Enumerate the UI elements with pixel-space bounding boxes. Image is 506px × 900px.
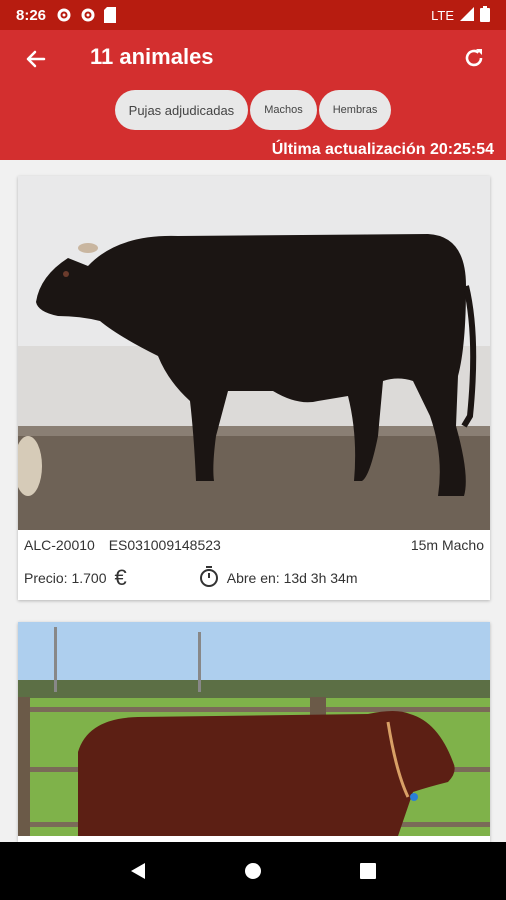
app-bar: 11 animales Pujas adjudicadas Machos Hem…	[0, 30, 506, 160]
network-type: LTE	[431, 7, 454, 23]
animal-registry: ES031009148523	[108, 537, 221, 553]
filter-chip-pujas-adjudicadas[interactable]: Pujas adjudicadas	[114, 90, 249, 130]
animal-photo-2	[18, 622, 490, 836]
animal-id-row: ALC-20010 ES031009148523 15m Macho	[18, 530, 490, 560]
page-title: 11 animales	[90, 44, 214, 69]
opens-in-text: Abre en: 13d 3h 34m	[226, 570, 358, 586]
stopwatch-icon	[199, 565, 219, 591]
euro-icon: €	[114, 565, 127, 590]
back-arrow-icon[interactable]	[20, 44, 50, 74]
animal-price: Precio: 1.700	[24, 570, 107, 586]
refresh-icon[interactable]	[458, 42, 490, 74]
animal-card[interactable]: ALC-20010 ES031009148523 15m Macho Preci…	[18, 176, 490, 600]
home-nav-icon[interactable]	[233, 851, 273, 891]
animal-card-2[interactable]	[18, 622, 490, 842]
settings-icon	[56, 7, 72, 23]
status-bar: 8:26 LTE	[0, 0, 506, 30]
back-nav-icon[interactable]	[118, 851, 158, 891]
settings-icon-2	[80, 7, 96, 23]
animal-age-sex: 15m Macho	[410, 537, 484, 553]
filter-chip-machos[interactable]: Machos	[250, 90, 317, 130]
sd-card-icon	[104, 7, 117, 23]
last-update-text: Última actualización 20:25:54	[271, 141, 494, 158]
system-nav-bar	[0, 842, 506, 900]
signal-icon	[460, 6, 474, 24]
animal-photo	[18, 176, 490, 530]
status-time: 8:26	[16, 6, 47, 24]
filter-chip-hembras[interactable]: Hembras	[318, 90, 392, 130]
recents-nav-icon[interactable]	[348, 851, 388, 891]
battery-icon	[480, 5, 490, 25]
animal-price-row: Precio: 1.700 € Abre en: 13d 3h 34m	[18, 560, 490, 596]
animal-code: ALC-20010	[24, 537, 95, 553]
filter-chips: Pujas adjudicadas Machos Hembras	[0, 90, 506, 130]
